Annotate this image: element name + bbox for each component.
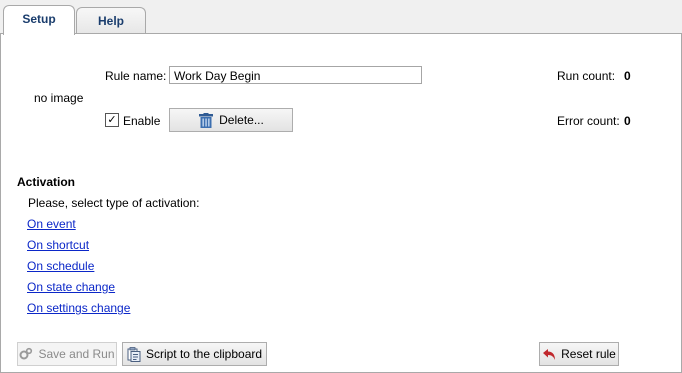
- setup-panel: no image Rule name: Work Day Begin ✓ Ena…: [0, 33, 682, 373]
- rule-image-placeholder: no image: [34, 91, 84, 105]
- script-to-clipboard-button[interactable]: Script to the clipboard: [122, 342, 267, 366]
- error-count-label: Error count:: [557, 114, 620, 128]
- enable-label: Enable: [123, 114, 161, 128]
- activation-heading: Activation: [17, 175, 76, 189]
- activation-on-settings-change-link[interactable]: On settings change: [27, 301, 130, 315]
- undo-arrow-icon: [543, 348, 556, 360]
- delete-button[interactable]: Delete...: [169, 108, 293, 132]
- activation-on-shortcut-link[interactable]: On shortcut: [27, 238, 89, 252]
- activation-prompt: Please, select type of activation:: [28, 196, 200, 210]
- error-count-value: 0: [624, 114, 631, 128]
- activation-on-state-change-link[interactable]: On state change: [27, 280, 115, 294]
- checkmark-icon: ✓: [107, 114, 117, 126]
- delete-button-label: Delete...: [219, 113, 264, 127]
- clipboard-icon: [127, 346, 141, 362]
- trash-icon: [199, 112, 214, 128]
- activation-on-schedule-link[interactable]: On schedule: [27, 259, 94, 273]
- rule-name-label: Rule name:: [105, 69, 167, 83]
- run-count-label: Run count:: [557, 69, 616, 83]
- enable-checkbox[interactable]: ✓: [105, 113, 119, 127]
- save-and-run-label: Save and Run: [38, 347, 115, 361]
- gears-icon: [19, 347, 33, 360]
- tab-bar: Setup Help: [0, 0, 682, 35]
- save-and-run-button[interactable]: Save and Run: [17, 342, 117, 366]
- reset-rule-label: Reset rule: [561, 347, 616, 361]
- run-count-value: 0: [624, 69, 631, 83]
- activation-on-event-link[interactable]: On event: [27, 217, 76, 231]
- tab-setup[interactable]: Setup: [3, 5, 75, 35]
- reset-rule-button[interactable]: Reset rule: [539, 342, 619, 366]
- script-to-clipboard-label: Script to the clipboard: [145, 347, 263, 361]
- rule-name-field[interactable]: Work Day Begin: [169, 66, 422, 84]
- tab-help[interactable]: Help: [76, 7, 146, 35]
